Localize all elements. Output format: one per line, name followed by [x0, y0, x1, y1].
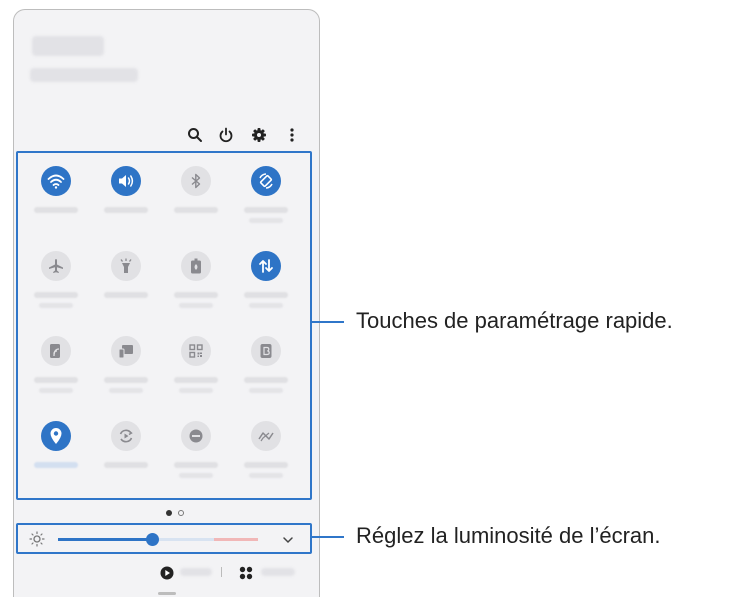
tile-sublabel-blurred	[179, 473, 213, 478]
devices-button[interactable]	[239, 563, 305, 581]
tile-label-blurred	[104, 377, 148, 383]
tile-sublabel-blurred	[249, 303, 283, 308]
tile-label-blurred	[174, 377, 218, 383]
location-icon	[41, 421, 71, 451]
callout-line-quick-settings	[310, 321, 344, 323]
tile-label-blurred	[34, 292, 78, 298]
tile-wireless-powershare[interactable]	[25, 336, 85, 416]
airplane-icon	[41, 251, 71, 281]
devices-grid-icon	[239, 565, 253, 580]
bixby-routines-icon	[251, 336, 281, 366]
tile-sublabel-blurred	[249, 218, 283, 223]
gear-icon[interactable]	[248, 124, 270, 146]
power-saving-icon	[181, 251, 211, 281]
panel-drag-handle[interactable]	[158, 592, 176, 595]
tile-label-blurred	[244, 377, 288, 383]
tile-airplane[interactable]	[25, 251, 85, 331]
search-icon[interactable]	[184, 124, 206, 146]
qr-scanner-icon	[181, 336, 211, 366]
brightness-slider-thumb[interactable]	[145, 533, 159, 546]
tile-mobile-data[interactable]	[235, 251, 295, 331]
tile-label-blurred	[34, 462, 78, 468]
wireless-powershare-icon	[41, 336, 71, 366]
callout-line-brightness	[310, 536, 344, 538]
divider	[221, 567, 222, 577]
devices-label-blurred	[261, 568, 295, 576]
sound-icon	[111, 166, 141, 196]
notification-panel	[13, 9, 320, 597]
do-not-disturb-icon	[181, 421, 211, 451]
page-dot-inactive[interactable]	[178, 510, 184, 516]
chevron-down-icon[interactable]	[281, 532, 295, 546]
tile-label-blurred	[244, 207, 288, 213]
date-text-blurred	[30, 68, 138, 82]
tile-label-blurred	[174, 207, 218, 213]
power-icon[interactable]	[215, 124, 237, 146]
tile-wifi[interactable]	[25, 166, 85, 246]
tile-nfc[interactable]	[235, 421, 295, 501]
tile-power-saving[interactable]	[165, 251, 225, 331]
tile-sound[interactable]	[95, 166, 155, 246]
brightness-fill	[58, 538, 152, 541]
brightness-icon	[29, 531, 45, 547]
brightness-control	[16, 523, 312, 554]
callout-quick-settings: Touches de paramétrage rapide.	[356, 308, 673, 333]
tile-do-not-disturb[interactable]	[165, 421, 225, 501]
tile-label-blurred	[104, 207, 148, 213]
tile-location[interactable]	[25, 421, 85, 501]
play-icon	[160, 565, 174, 580]
tile-flashlight[interactable]	[95, 251, 155, 331]
tile-bluetooth[interactable]	[165, 166, 225, 246]
tile-label-blurred	[104, 462, 148, 468]
page-dot-active[interactable]	[166, 510, 172, 516]
page-indicator	[166, 510, 184, 516]
tile-label-blurred	[244, 292, 288, 298]
tile-qr-scanner[interactable]	[165, 336, 225, 416]
sync-icon	[111, 421, 141, 451]
tile-label-blurred	[244, 462, 288, 468]
tile-auto-rotate[interactable]	[235, 166, 295, 246]
tile-sublabel-blurred	[109, 388, 143, 393]
wifi-icon	[41, 166, 71, 196]
media-output-button[interactable]	[160, 563, 220, 581]
callout-brightness: Réglez la luminosité de l’écran.	[356, 523, 661, 548]
tile-sublabel-blurred	[179, 388, 213, 393]
tile-label-blurred	[104, 292, 148, 298]
tile-label-blurred	[174, 292, 218, 298]
bluetooth-icon	[181, 166, 211, 196]
tile-sublabel-blurred	[179, 303, 213, 308]
tile-label-blurred	[174, 462, 218, 468]
tile-label-blurred	[34, 207, 78, 213]
tile-sublabel-blurred	[249, 473, 283, 478]
flashlight-icon	[111, 251, 141, 281]
smart-view-icon	[111, 336, 141, 366]
brightness-eye-comfort-zone	[214, 538, 258, 541]
media-label-blurred	[180, 568, 212, 576]
tile-bixby-routines[interactable]	[235, 336, 295, 416]
clock-text-blurred	[32, 36, 104, 56]
quick-settings-grid	[16, 151, 312, 500]
tile-sync[interactable]	[95, 421, 155, 501]
more-vertical-icon[interactable]	[281, 124, 303, 146]
auto-rotate-icon	[251, 166, 281, 196]
tile-sublabel-blurred	[39, 303, 73, 308]
tile-label-blurred	[34, 377, 78, 383]
nfc-icon	[251, 421, 281, 451]
tile-sublabel-blurred	[39, 388, 73, 393]
tile-sublabel-blurred	[249, 388, 283, 393]
tile-smart-view[interactable]	[95, 336, 155, 416]
mobile-data-icon	[251, 251, 281, 281]
